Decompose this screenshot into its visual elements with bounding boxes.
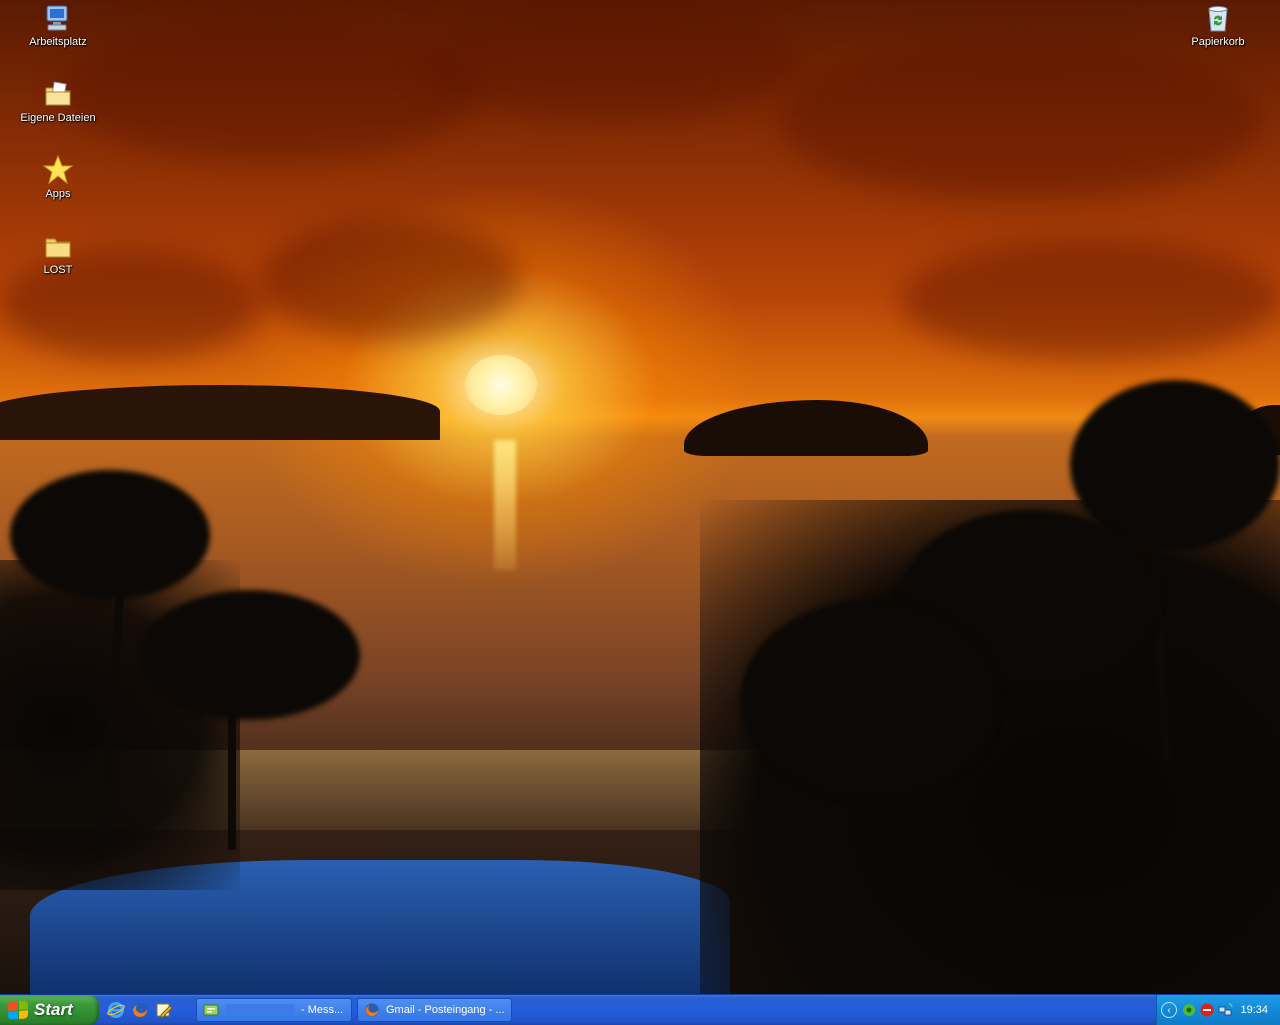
desktop-icon-label: LOST [43,264,73,276]
desktop-icon-label: Arbeitsplatz [29,36,87,48]
cloud [260,220,520,340]
cloud [60,20,480,160]
palm-crown [740,600,1000,800]
desktop-icon-lost[interactable]: LOST [20,230,96,277]
firefox-icon[interactable] [130,1000,150,1020]
messenger-status-icon[interactable] [1199,1002,1215,1018]
recycle-bin-icon [1202,2,1234,34]
start-label: Start [34,1000,73,1019]
antivirus-icon[interactable] [1181,1002,1197,1018]
my-computer-icon [42,2,74,34]
internet-explorer-icon[interactable] [106,1000,126,1020]
desktop-icon-label: Papierkorb [1191,36,1245,48]
palm-crown [10,470,210,600]
cloud [780,40,1260,200]
taskbar-button-gmail[interactable]: Gmail - Posteingang - ... [357,998,512,1022]
cloud [900,240,1280,360]
network-icon[interactable] [1217,1002,1233,1018]
desktop-icon-papierkorb[interactable]: Papierkorb [1180,2,1256,49]
windows-logo-icon [8,1000,28,1020]
taskbar-button-messenger[interactable]: - Mess... [196,998,352,1022]
messenger-icon [203,1002,219,1018]
desktop-icon-eigene-dateien[interactable]: Eigene Dateien [20,78,96,125]
system-tray: ‹ 19:34 [1156,995,1280,1025]
firefox-icon [364,1002,380,1018]
folder-icon [42,230,74,262]
desktop-icon-label: Eigene Dateien [20,112,96,124]
desktop-icon-apps[interactable]: Apps [20,154,96,201]
palm-crown [140,590,360,720]
start-button[interactable]: Start [0,995,99,1025]
sun [465,355,537,415]
desktop-wallpaper [0,0,1280,994]
desktop-icon-arbeitsplatz[interactable]: Arbeitsplatz [20,2,96,49]
my-documents-icon [42,78,74,110]
star-icon [42,154,74,186]
taskbar: Start - Mess... Gmail - Posteingang - ..… [0,994,1280,1025]
task-label: - Mess... [301,1004,344,1016]
show-hidden-icons-chevron[interactable]: ‹ [1161,1002,1177,1018]
island-silhouette [684,400,928,456]
hill-silhouette [0,385,440,440]
sun-reflection [494,440,516,570]
clock[interactable]: 19:34 [1240,1004,1268,1016]
task-label: Gmail - Posteingang - ... [386,1004,505,1016]
quick-launch-bar [106,995,174,1025]
redacted-title [225,1004,295,1016]
edit-pencil-icon[interactable] [154,1000,174,1020]
desktop-icon-label: Apps [45,188,71,200]
cloud [420,0,800,120]
